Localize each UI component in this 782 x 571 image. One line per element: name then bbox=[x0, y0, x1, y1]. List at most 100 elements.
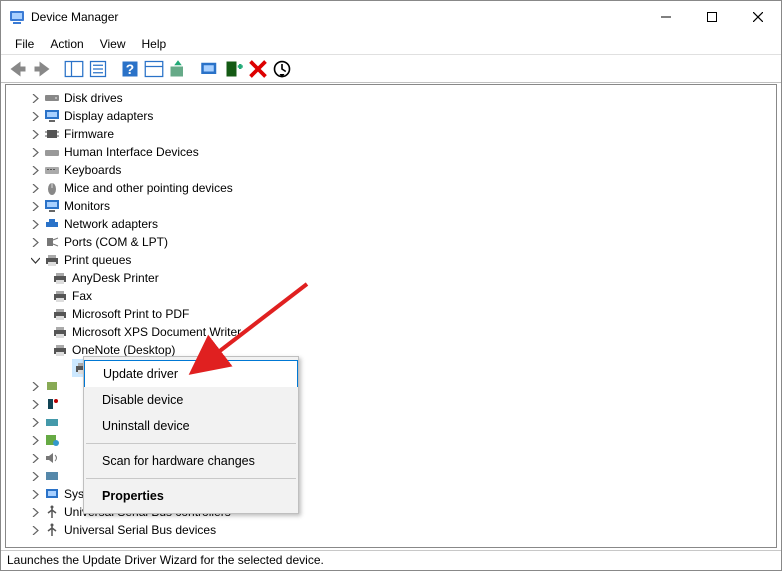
menu-file[interactable]: File bbox=[7, 35, 42, 53]
minimize-button[interactable] bbox=[643, 1, 689, 33]
chevron-right-icon[interactable] bbox=[28, 505, 42, 519]
printer-icon bbox=[44, 253, 60, 267]
tree-node-keyboards[interactable]: Keyboards bbox=[6, 161, 776, 179]
menu-help[interactable]: Help bbox=[134, 35, 175, 53]
context-menu-properties[interactable]: Properties bbox=[84, 483, 298, 509]
svg-text:?: ? bbox=[126, 62, 134, 77]
printer-icon bbox=[52, 343, 68, 357]
context-menu-separator bbox=[86, 478, 296, 479]
tree-label: Firmware bbox=[64, 125, 114, 143]
scan-hardware-button[interactable] bbox=[199, 58, 221, 80]
chevron-right-icon[interactable] bbox=[28, 487, 42, 501]
chevron-right-icon[interactable] bbox=[28, 145, 42, 159]
add-hardware-button[interactable] bbox=[223, 58, 245, 80]
window-buttons bbox=[643, 1, 781, 33]
disk-icon bbox=[44, 91, 60, 105]
tree-node-hid[interactable]: Human Interface Devices bbox=[6, 143, 776, 161]
properties-button[interactable] bbox=[87, 58, 109, 80]
tree-label: Print queues bbox=[64, 251, 131, 269]
context-menu-update-driver[interactable]: Update driver bbox=[84, 360, 298, 388]
tree-label: Network adapters bbox=[64, 215, 158, 233]
menu-view[interactable]: View bbox=[92, 35, 134, 53]
back-button[interactable] bbox=[7, 58, 29, 80]
uninstall-button[interactable] bbox=[247, 58, 269, 80]
chevron-right-icon[interactable] bbox=[28, 379, 42, 393]
chevron-right-icon[interactable] bbox=[28, 451, 42, 465]
menu-action[interactable]: Action bbox=[42, 35, 91, 53]
tree-node-network[interactable]: Network adapters bbox=[6, 215, 776, 233]
chevron-right-icon[interactable] bbox=[28, 163, 42, 177]
toolbar-separator bbox=[111, 58, 117, 80]
chevron-right-icon[interactable] bbox=[28, 523, 42, 537]
tree-label: Human Interface Devices bbox=[64, 143, 199, 161]
software-icon bbox=[44, 433, 60, 447]
chevron-right-icon[interactable] bbox=[28, 181, 42, 195]
tree-label: Ports (COM & LPT) bbox=[64, 233, 168, 251]
toolbar: ? bbox=[1, 55, 781, 83]
security-icon bbox=[44, 397, 60, 411]
network-icon bbox=[44, 217, 60, 231]
chip-icon bbox=[44, 127, 60, 141]
chevron-right-icon[interactable] bbox=[28, 235, 42, 249]
tree-node-firmware[interactable]: Firmware bbox=[6, 125, 776, 143]
statusbar: Launches the Update Driver Wizard for th… bbox=[1, 550, 781, 570]
printer-icon bbox=[52, 307, 68, 321]
tree-node-msxps[interactable]: Microsoft XPS Document Writer bbox=[6, 323, 776, 341]
chevron-right-icon[interactable] bbox=[28, 109, 42, 123]
window-title: Device Manager bbox=[31, 10, 643, 24]
printer-icon bbox=[52, 271, 68, 285]
chevron-down-icon[interactable] bbox=[28, 253, 42, 267]
show-hide-tree-button[interactable] bbox=[63, 58, 85, 80]
tree-node-disk-drives[interactable]: Disk drives bbox=[6, 89, 776, 107]
app-icon bbox=[9, 9, 25, 25]
tree-node-mice[interactable]: Mice and other pointing devices bbox=[6, 179, 776, 197]
tree-node-display-adapters[interactable]: Display adapters bbox=[6, 107, 776, 125]
tree-label: Microsoft Print to PDF bbox=[72, 305, 189, 323]
chevron-right-icon[interactable] bbox=[28, 433, 42, 447]
tree-node-ports[interactable]: Ports (COM & LPT) bbox=[6, 233, 776, 251]
chevron-right-icon[interactable] bbox=[28, 127, 42, 141]
titlebar: Device Manager bbox=[1, 1, 781, 33]
chevron-right-icon[interactable] bbox=[28, 415, 42, 429]
maximize-button[interactable] bbox=[689, 1, 735, 33]
chevron-right-icon[interactable] bbox=[28, 199, 42, 213]
disable-button[interactable] bbox=[271, 58, 293, 80]
tree-label: Display adapters bbox=[64, 107, 153, 125]
chevron-right-icon[interactable] bbox=[28, 397, 42, 411]
tree-label: Universal Serial Bus devices bbox=[64, 521, 216, 539]
close-button[interactable] bbox=[735, 1, 781, 33]
statusbar-text: Launches the Update Driver Wizard for th… bbox=[7, 553, 324, 567]
context-menu-disable-device[interactable]: Disable device bbox=[84, 387, 298, 413]
tree-label: Fax bbox=[72, 287, 92, 305]
tree-label: AnyDesk Printer bbox=[72, 269, 159, 287]
tree-label: Mice and other pointing devices bbox=[64, 179, 233, 197]
tree-node-print-queues[interactable]: Print queues bbox=[6, 251, 776, 269]
tree-node-monitors[interactable]: Monitors bbox=[6, 197, 776, 215]
port-icon bbox=[44, 235, 60, 249]
forward-button[interactable] bbox=[31, 58, 53, 80]
printer-icon bbox=[52, 289, 68, 303]
toolbar-separator bbox=[55, 58, 61, 80]
context-menu-scan-hardware[interactable]: Scan for hardware changes bbox=[84, 448, 298, 474]
usb-icon bbox=[44, 523, 60, 537]
update-driver-button[interactable] bbox=[167, 58, 189, 80]
context-menu-separator bbox=[86, 443, 296, 444]
storage-icon bbox=[44, 469, 60, 483]
printer-icon bbox=[52, 325, 68, 339]
chevron-right-icon[interactable] bbox=[28, 91, 42, 105]
tree-label: Microsoft XPS Document Writer bbox=[72, 323, 241, 341]
menubar: File Action View Help bbox=[1, 33, 781, 55]
tree-node-fax[interactable]: Fax bbox=[6, 287, 776, 305]
tree-node-msprint-pdf[interactable]: Microsoft Print to PDF bbox=[6, 305, 776, 323]
action-button[interactable] bbox=[143, 58, 165, 80]
chevron-right-icon[interactable] bbox=[28, 217, 42, 231]
tree-node-anydesk-printer[interactable]: AnyDesk Printer bbox=[6, 269, 776, 287]
toolbar-separator bbox=[191, 58, 197, 80]
chevron-right-icon[interactable] bbox=[28, 469, 42, 483]
help-button[interactable]: ? bbox=[119, 58, 141, 80]
tree-label: Disk drives bbox=[64, 89, 123, 107]
chip-icon bbox=[44, 379, 60, 393]
context-menu-uninstall-device[interactable]: Uninstall device bbox=[84, 413, 298, 439]
tree-node-usb-devices[interactable]: Universal Serial Bus devices bbox=[6, 521, 776, 539]
mouse-icon bbox=[44, 181, 60, 195]
